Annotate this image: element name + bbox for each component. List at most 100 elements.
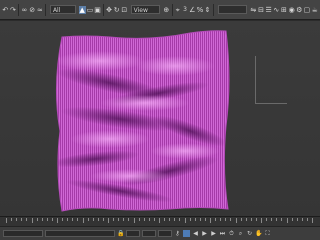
toolbar-separator bbox=[212, 3, 214, 16]
prompt-line bbox=[45, 230, 115, 237]
timeline-tick bbox=[184, 218, 186, 223]
timeline-tick bbox=[46, 218, 48, 221]
timeline-tick bbox=[220, 218, 222, 221]
timeline-tick bbox=[250, 218, 252, 221]
redo-icon[interactable]: ↷ bbox=[10, 6, 17, 14]
timeline-tick bbox=[148, 218, 150, 221]
timeline-tick bbox=[204, 218, 206, 221]
end-frame-icon[interactable]: ⏭ bbox=[219, 230, 226, 237]
prev-frame-icon[interactable]: ◀ bbox=[192, 230, 199, 237]
timeline-tick bbox=[301, 218, 303, 221]
orbit-icon[interactable]: ↻ bbox=[246, 230, 253, 237]
timeline-tick bbox=[77, 218, 79, 221]
link-icon[interactable]: ∞ bbox=[21, 6, 28, 14]
timeline-tick bbox=[128, 218, 130, 221]
timeline-tick bbox=[312, 218, 313, 223]
scale-icon[interactable]: ⊡ bbox=[121, 6, 128, 14]
auto-key-button[interactable] bbox=[183, 230, 190, 237]
lock-icon[interactable]: 🔒 bbox=[117, 230, 124, 237]
timeline-tick bbox=[255, 218, 257, 221]
move-icon[interactable]: ✥ bbox=[106, 6, 113, 14]
selection-filter-dropdown[interactable]: All bbox=[49, 5, 76, 14]
undo-icon[interactable]: ↶ bbox=[2, 6, 9, 14]
timeline-tick bbox=[281, 218, 283, 221]
timeline-tick bbox=[11, 218, 13, 221]
key-icon[interactable]: ⚷ bbox=[174, 230, 181, 237]
window-crossing-icon[interactable]: ▣ bbox=[94, 6, 101, 14]
spinner-snap-icon[interactable]: ⇕ bbox=[204, 6, 211, 14]
percent-snap-icon[interactable]: % bbox=[197, 6, 204, 14]
material-editor-icon[interactable]: ◉ bbox=[288, 6, 295, 14]
main-toolbar: ↶ ↷ ∞ ⊘ ≈ All ▲ ▭ ▣ ✥ ↻ ⊡ View ⊕ ⌖ 3 ∠ %… bbox=[0, 0, 320, 20]
timeline-tick bbox=[306, 218, 308, 221]
timeline-tick bbox=[57, 218, 58, 223]
timeline-tick bbox=[261, 218, 262, 223]
timeline-tick bbox=[169, 218, 171, 221]
timeline-tick bbox=[16, 218, 18, 221]
timeline-tick bbox=[123, 218, 125, 221]
toolbar-separator bbox=[18, 3, 20, 16]
timeline-track[interactable] bbox=[0, 216, 320, 226]
timeline-tick bbox=[92, 218, 94, 221]
timeline-tick bbox=[159, 218, 160, 223]
timeline-tick bbox=[271, 218, 273, 221]
timeline-tick bbox=[21, 218, 23, 221]
curve-editor-icon[interactable]: ∿ bbox=[273, 6, 280, 14]
align-icon[interactable]: ⊟ bbox=[258, 6, 265, 14]
timeline-tick bbox=[97, 218, 99, 221]
timeline-tick bbox=[41, 218, 43, 221]
timeline-tick bbox=[113, 218, 115, 221]
y-coordinate-field[interactable] bbox=[142, 230, 156, 237]
timeline-tick bbox=[133, 218, 135, 223]
coordinate-system-dropdown[interactable]: View bbox=[130, 5, 160, 14]
next-frame-icon[interactable]: ▶ bbox=[210, 230, 217, 237]
status-bar: 🔒 ⚷ ◀ ▶ ▶ ⏭ ⏱ ⌕ ↻ ✋ ⛶ bbox=[0, 226, 320, 240]
timeline-tick bbox=[164, 218, 166, 221]
angle-snap-label[interactable]: 3 bbox=[183, 6, 187, 13]
rotate-icon[interactable]: ↻ bbox=[113, 6, 120, 14]
z-coordinate-field[interactable] bbox=[158, 230, 172, 237]
timeline-tick bbox=[225, 218, 227, 221]
timeline-tick bbox=[87, 218, 89, 221]
toolbar-separator bbox=[171, 3, 173, 16]
timeline-tick bbox=[153, 218, 155, 221]
unlink-icon[interactable]: ⊘ bbox=[29, 6, 36, 14]
timeline-tick bbox=[82, 218, 84, 223]
pivot-icon[interactable]: ⊕ bbox=[163, 6, 170, 14]
timeline-tick bbox=[194, 218, 196, 221]
maxscript-listener-field[interactable] bbox=[3, 230, 43, 237]
timeline-tick bbox=[210, 218, 211, 223]
schematic-icon[interactable]: ⊞ bbox=[281, 6, 288, 14]
timeline-tick bbox=[286, 218, 288, 223]
timeline-tick bbox=[36, 218, 38, 221]
timeline-tick bbox=[108, 218, 109, 223]
perspective-viewport[interactable] bbox=[0, 21, 320, 216]
rendered-frame-icon[interactable]: ▢ bbox=[304, 6, 311, 14]
maximize-icon[interactable]: ⛶ bbox=[264, 230, 271, 237]
timeline-tick bbox=[240, 218, 242, 221]
timeline-tick bbox=[51, 218, 53, 221]
x-coordinate-field[interactable] bbox=[126, 230, 140, 237]
timeline-tick bbox=[118, 218, 120, 221]
angle-snap-icon[interactable]: ∠ bbox=[189, 6, 196, 14]
pan-icon[interactable]: ✋ bbox=[255, 230, 262, 237]
bind-icon[interactable]: ≈ bbox=[36, 6, 43, 14]
timeline-tick bbox=[6, 218, 7, 223]
timeline-tick bbox=[179, 218, 181, 221]
zoom-icon[interactable]: ⌕ bbox=[237, 230, 244, 237]
select-icon[interactable]: ▲ bbox=[78, 5, 86, 14]
layer-icon[interactable]: ☰ bbox=[265, 6, 272, 14]
timeline-tick bbox=[26, 218, 28, 221]
mirror-icon[interactable]: ⇋ bbox=[250, 6, 257, 14]
timeline-tick bbox=[276, 218, 278, 221]
cloth-mesh-object[interactable] bbox=[0, 21, 320, 216]
render-setup-icon[interactable]: ⚙ bbox=[296, 6, 303, 14]
named-selection-set-dropdown[interactable] bbox=[217, 5, 248, 14]
timeline-tick bbox=[174, 218, 176, 221]
time-config-icon[interactable]: ⏱ bbox=[228, 230, 235, 237]
timeline-tick bbox=[62, 218, 64, 221]
play-icon[interactable]: ▶ bbox=[201, 230, 208, 237]
render-icon[interactable]: ☕ bbox=[311, 6, 318, 14]
snap-icon[interactable]: ⌖ bbox=[174, 6, 181, 14]
select-region-icon[interactable]: ▭ bbox=[87, 6, 94, 14]
